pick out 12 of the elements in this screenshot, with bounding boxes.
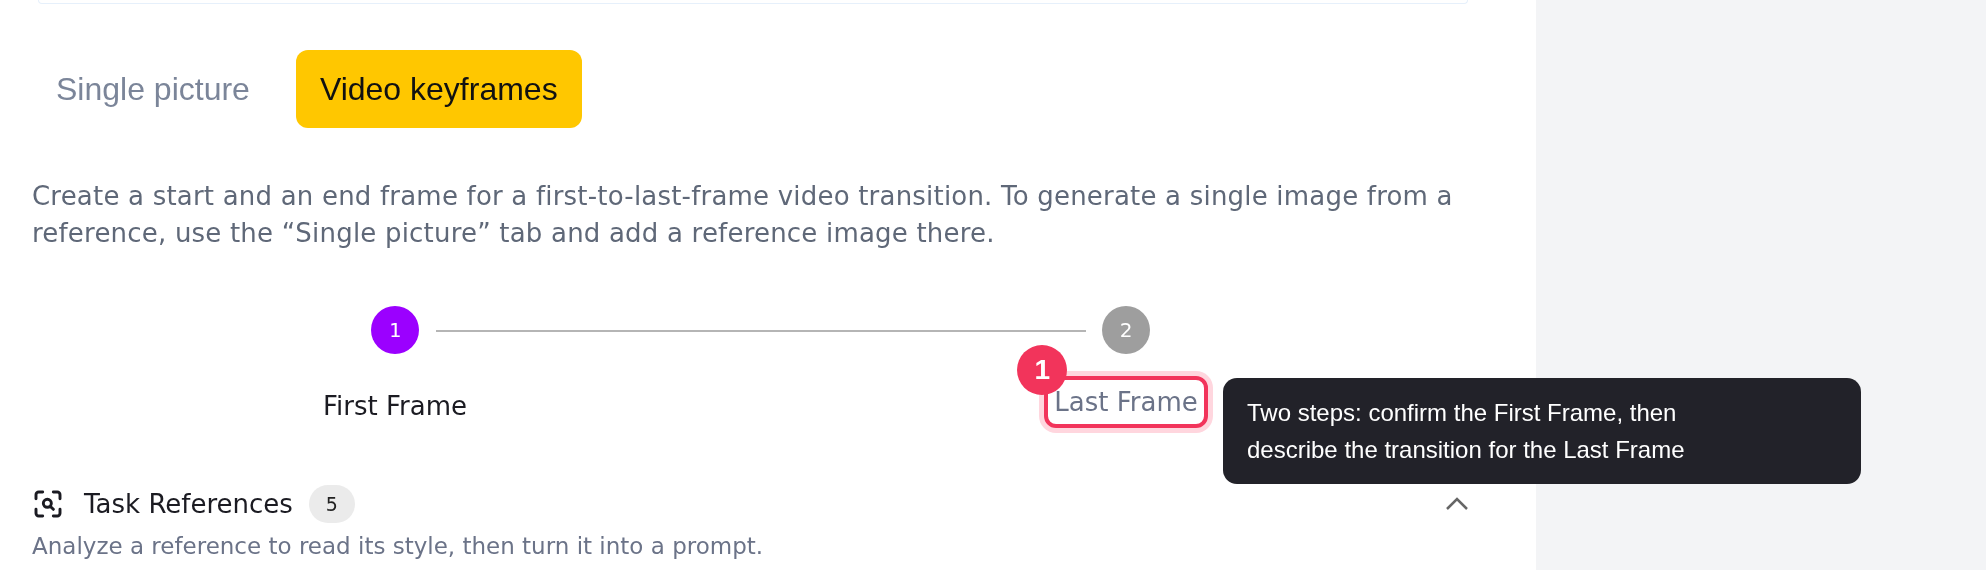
count-badge: 5	[308, 485, 355, 523]
step-label[interactable]: First Frame	[323, 390, 467, 422]
section-description: Analyze a reference to read its style, then turn it into a prompt.	[32, 533, 765, 559]
description-text: Create a start and an end frame for a first-to-last-frame video transition. To generate a single image from a reference, use the “Single picture” tab and add a reference image there.	[32, 180, 1454, 250]
scan-search-icon	[32, 488, 64, 520]
tooltip: Two steps: confirm the First Frame, then describe the transition for the Last Frame	[1223, 378, 1861, 484]
step-number: 1	[371, 306, 419, 354]
chevron-icon[interactable]	[1444, 496, 1470, 512]
tab[interactable]: Single picture	[32, 50, 274, 128]
section-title: Task References	[84, 489, 293, 519]
tab[interactable]: Video keyframes	[295, 50, 582, 128]
step-number: 2	[1102, 306, 1150, 354]
